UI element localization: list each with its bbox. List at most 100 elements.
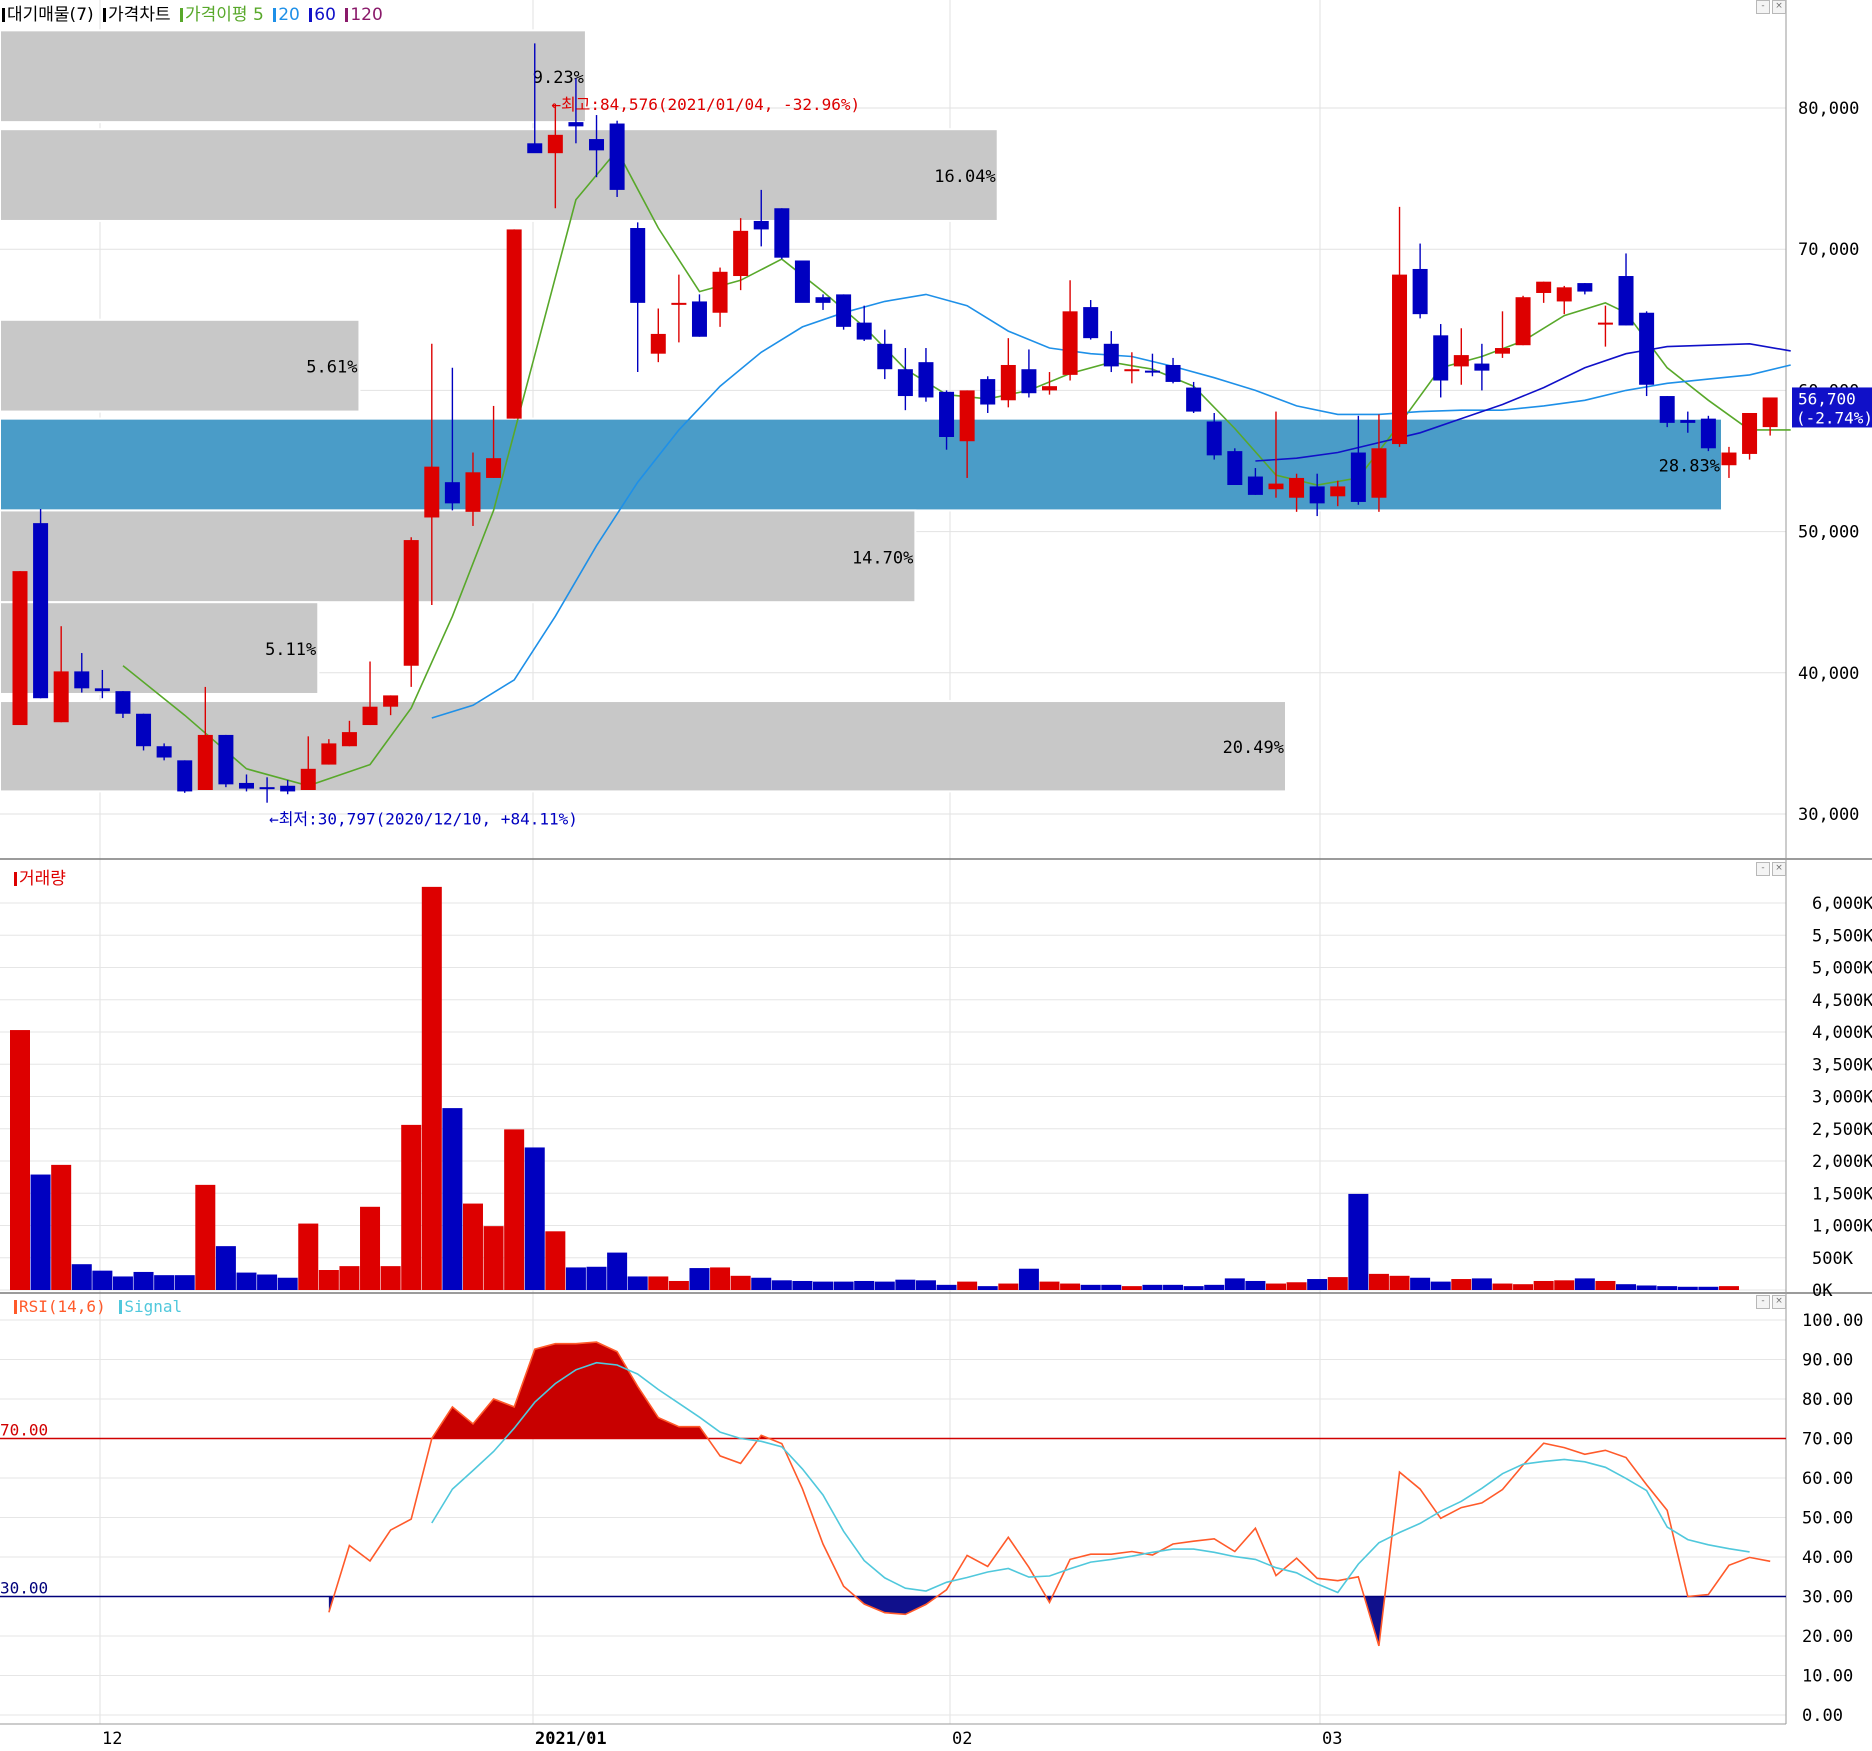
x-tick-label: 03 <box>1322 1729 1342 1747</box>
volume-bar <box>380 1266 401 1290</box>
legend-ma-20[interactable]: 20 <box>273 5 300 25</box>
candle-body <box>1494 348 1510 354</box>
candle-body <box>1103 343 1119 367</box>
volume-bar <box>874 1281 895 1290</box>
legend-ma[interactable]: 가격이평 5 <box>180 5 264 25</box>
volume-bar <box>401 1124 422 1290</box>
candle-body <box>1289 477 1305 498</box>
candle-body <box>877 343 893 370</box>
volume-bar <box>1080 1284 1101 1290</box>
volume-bar <box>236 1272 257 1290</box>
volume-bar <box>545 1231 566 1290</box>
candle-body <box>1412 268 1428 315</box>
volume-y-tick-label: 2,500K <box>1812 1120 1872 1140</box>
candle-body <box>1021 369 1037 394</box>
supply-band-label: 5.61% <box>306 358 357 378</box>
candle-body <box>815 297 831 303</box>
volume-bar <box>1224 1278 1245 1290</box>
volume-bar <box>1698 1286 1719 1290</box>
x-tick-label: 2021/01 <box>535 1729 607 1747</box>
volume-bar <box>1657 1286 1678 1290</box>
volume-bar <box>30 1174 51 1290</box>
legend-rsi[interactable]: RSI(14,6) <box>14 1297 106 1316</box>
legend-signal[interactable]: Signal <box>119 1297 182 1316</box>
volume-bar <box>627 1276 648 1290</box>
supply-band-label: 14.70% <box>852 548 913 568</box>
price-y-tick-label: 40,000 <box>1798 664 1859 684</box>
candle-body <box>1742 412 1758 454</box>
candle-body <box>74 671 90 689</box>
legend-ma-60[interactable]: 60 <box>309 5 336 25</box>
candle-body <box>1000 364 1016 401</box>
volume-bar <box>565 1267 586 1290</box>
candle-body <box>547 134 563 154</box>
volume-bar <box>154 1275 175 1290</box>
candle-body <box>1309 486 1325 504</box>
candle-body <box>1659 396 1675 423</box>
candle-body <box>383 695 399 707</box>
low-annotation: ←최저:30,797(2020/12/10, +84.11%) <box>269 810 578 829</box>
volume-bar <box>771 1280 792 1290</box>
chart-canvas: 9.23%16.04%5.61%28.83%14.70%5.11%20.49%←… <box>0 0 1872 1749</box>
volume-panel-legend[interactable]: 거래량 <box>14 864 70 889</box>
price-panel-minimize-button[interactable]: - <box>1756 0 1770 14</box>
rsi-y-tick-label: 20.00 <box>1802 1627 1853 1647</box>
volume-panel-close-button[interactable]: × <box>1772 862 1786 876</box>
volume-bar <box>421 886 442 1290</box>
volume-bar <box>586 1266 607 1290</box>
legend-supply[interactable]: 대기매물(7) <box>2 5 94 25</box>
volume-bar <box>1554 1280 1575 1290</box>
volume-bar <box>710 1267 731 1290</box>
candle-body <box>1247 476 1263 495</box>
volume-y-tick-label: 500K <box>1812 1249 1854 1269</box>
candle-body <box>527 143 543 154</box>
rsi-upper-label: 70.00 <box>0 1421 48 1440</box>
volume-bar <box>668 1280 689 1290</box>
volume-bar <box>915 1280 936 1290</box>
volume-bar <box>442 1108 463 1290</box>
rsi-y-tick-label: 10.00 <box>1802 1667 1853 1687</box>
candle-body <box>1083 307 1099 339</box>
volume-bar <box>1101 1284 1122 1290</box>
volume-y-tick-label: 2,000K <box>1812 1152 1872 1172</box>
rsi-y-tick-label: 70.00 <box>1802 1430 1853 1450</box>
candle-body <box>1268 483 1284 490</box>
volume-bar <box>1513 1284 1534 1290</box>
volume-y-tick-label: 4,500K <box>1812 991 1872 1011</box>
rsi-lower-label: 30.00 <box>0 1579 48 1598</box>
volume-bar <box>1471 1278 1492 1290</box>
candle-body <box>424 466 440 518</box>
rsi-panel-minimize-button[interactable]: - <box>1756 1295 1770 1309</box>
candle-body <box>403 540 419 666</box>
supply-band <box>0 417 1723 512</box>
candle-body <box>1556 287 1572 302</box>
candle-body <box>589 139 605 151</box>
candle-body <box>1597 322 1613 325</box>
volume-bar <box>1039 1281 1060 1290</box>
legend-price[interactable]: 가격차트 <box>103 5 171 25</box>
volume-bar <box>112 1276 133 1290</box>
volume-bar <box>1451 1279 1472 1290</box>
volume-panel-minimize-button[interactable]: - <box>1756 862 1770 876</box>
volume-bar <box>1677 1286 1698 1290</box>
volume-bar <box>483 1226 504 1290</box>
candle-body <box>156 746 172 758</box>
volume-title: 거래량 <box>19 869 66 889</box>
candle-body <box>341 732 357 747</box>
candle-body <box>939 391 955 437</box>
candle-body <box>918 362 934 398</box>
volume-bar <box>257 1274 278 1290</box>
volume-y-tick-label: 3,000K <box>1812 1088 1872 1108</box>
candle-body <box>1350 452 1366 502</box>
volume-bar <box>998 1283 1019 1290</box>
x-tick-label: 02 <box>952 1729 972 1747</box>
rsi-panel-close-button[interactable]: × <box>1772 1295 1786 1309</box>
candle-body <box>300 768 316 790</box>
candle-body <box>1062 311 1078 375</box>
candle-body <box>1392 274 1408 445</box>
volume-bar <box>1616 1284 1637 1290</box>
volume-bar <box>792 1280 813 1290</box>
legend-ma-120[interactable]: 120 <box>345 5 383 25</box>
volume-bar <box>833 1281 854 1290</box>
price-panel-close-button[interactable]: × <box>1772 0 1786 14</box>
